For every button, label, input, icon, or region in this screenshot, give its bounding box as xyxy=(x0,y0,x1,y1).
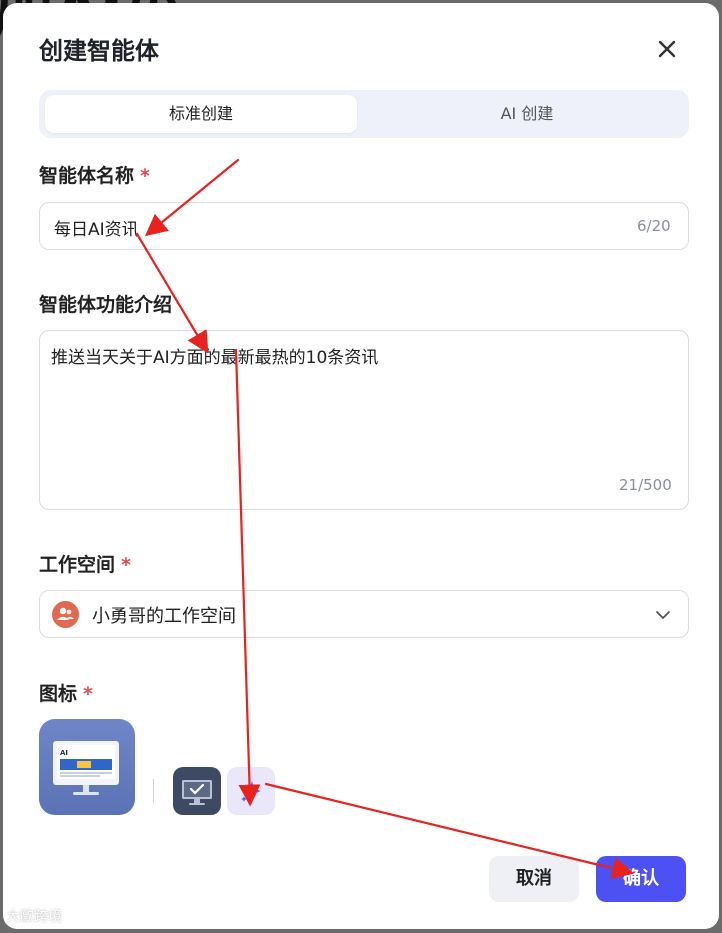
agent-description-value: 推送当天关于AI方面的最新最热的10条资讯 xyxy=(51,348,379,368)
required-mark: * xyxy=(83,683,93,705)
sparkle-icon[interactable] xyxy=(227,767,275,815)
chevron-down-icon xyxy=(656,611,670,619)
agent-description-label: 智能体功能介绍 xyxy=(39,294,173,316)
create-agent-dialog: 创建智能体 标准创建 AI 创建 智能体名称 * 每日AI资讯 6/20 智能体功… xyxy=(3,3,719,929)
cancel-button[interactable]: 取消 xyxy=(489,856,579,902)
agent-name-counter: 6/20 xyxy=(637,217,671,235)
icon-divider xyxy=(153,779,154,803)
tab-ai-create[interactable]: AI 创建 xyxy=(371,95,683,133)
creation-mode-tabs: 标准创建 AI 创建 xyxy=(39,90,689,138)
computer-check-icon[interactable] xyxy=(173,767,221,815)
agent-name-label: 智能体名称 * xyxy=(39,165,150,187)
agent-name-value: 每日AI资讯 xyxy=(54,220,139,240)
svg-text:AI: AI xyxy=(60,749,68,757)
dialog-title: 创建智能体 xyxy=(39,37,159,65)
icon-label: 图标 * xyxy=(39,683,93,705)
required-mark: * xyxy=(121,554,131,576)
tab-standard-create[interactable]: 标准创建 xyxy=(45,95,357,133)
workspace-label: 工作空间 * xyxy=(39,554,131,576)
required-mark: * xyxy=(140,165,150,187)
watermark: 大歐跨境 xyxy=(6,909,62,925)
confirm-button[interactable]: 确认 xyxy=(596,856,686,902)
agent-description-counter: 21/500 xyxy=(619,476,672,494)
close-icon[interactable] xyxy=(653,35,681,63)
agent-name-input[interactable]: 每日AI资讯 6/20 xyxy=(39,202,689,250)
users-icon xyxy=(52,601,79,628)
workspace-select[interactable]: 小勇哥的工作空间 xyxy=(39,590,689,638)
agent-description-textarea[interactable]: 推送当天关于AI方面的最新最热的10条资讯 21/500 xyxy=(39,330,689,510)
selected-agent-icon[interactable]: AI xyxy=(39,719,135,815)
workspace-value: 小勇哥的工作空间 xyxy=(92,606,236,627)
